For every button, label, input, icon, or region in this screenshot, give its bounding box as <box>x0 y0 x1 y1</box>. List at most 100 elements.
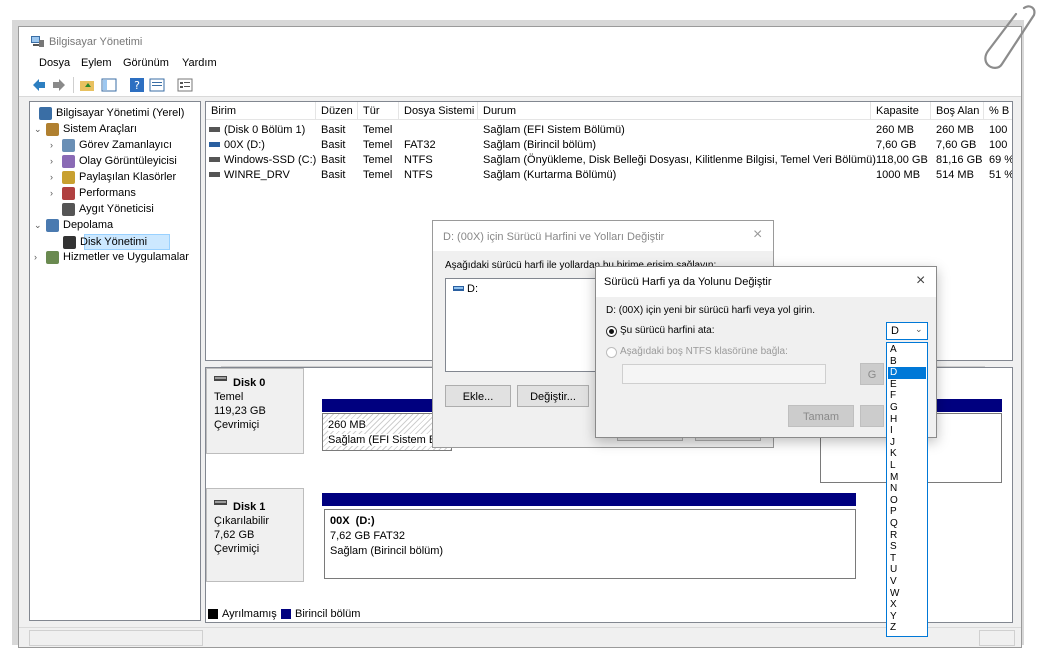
drive-letter-option[interactable]: B <box>888 356 926 368</box>
change-button[interactable]: Değiştir... <box>517 385 589 407</box>
dialog-title-bar[interactable]: Sürücü Harfi ya da Yolunu Değiştir × <box>596 267 936 297</box>
status-cell <box>979 630 1015 646</box>
drive-letter-option[interactable]: E <box>888 379 926 391</box>
column-header-layout[interactable]: Düzen <box>316 102 358 120</box>
help-icon[interactable]: ? <box>129 77 145 93</box>
drive-letter-option[interactable]: N <box>888 483 926 495</box>
tree-item[interactable]: Bilgisayar Yönetimi (Yerel) <box>30 106 200 122</box>
computer-management-icon <box>31 36 44 47</box>
volume-cell: Basit <box>321 139 346 151</box>
chevron-right-icon[interactable]: › <box>34 252 37 262</box>
drive-letter-option[interactable]: L <box>888 460 926 472</box>
volume-icon <box>209 157 220 162</box>
volume-cell: WINRE_DRV <box>224 169 290 181</box>
browse-button[interactable]: G <box>860 363 884 385</box>
drive-letter-option[interactable]: P <box>888 506 926 518</box>
drive-letter-option[interactable]: M <box>888 472 926 484</box>
drive-letter-option[interactable]: W <box>888 588 926 600</box>
column-header-type[interactable]: Tür <box>358 102 399 120</box>
drive-letter-option[interactable]: H <box>888 414 926 426</box>
add-button[interactable]: Ekle... <box>445 385 511 407</box>
column-header-volume[interactable]: Birim <box>206 102 316 120</box>
menu-action[interactable]: Eylem <box>81 57 112 69</box>
drive-letter-option[interactable]: R <box>888 530 926 542</box>
show-hide-console-tree-icon[interactable] <box>101 77 117 93</box>
drive-letter-option[interactable]: K <box>888 448 926 460</box>
drive-letter-option[interactable]: X <box>888 599 926 611</box>
chevron-right-icon[interactable]: › <box>50 140 53 150</box>
chevron-right-icon[interactable]: › <box>50 188 53 198</box>
column-header-capacity[interactable]: Kapasite <box>871 102 931 120</box>
assign-letter-radio[interactable] <box>606 326 617 337</box>
performance-icon <box>62 187 75 200</box>
column-header-file-system[interactable]: Dosya Sistemi <box>399 102 478 120</box>
menu-file[interactable]: Dosya <box>39 57 70 69</box>
cancel-button[interactable] <box>860 405 884 427</box>
up-folder-icon[interactable] <box>79 77 95 93</box>
drive-letter-option[interactable]: Q <box>888 518 926 530</box>
drive-letter-combobox[interactable]: D ⌄ <box>886 322 928 340</box>
tree-item[interactable]: Disk Yönetimi <box>63 234 170 250</box>
path-entry[interactable]: D: <box>467 283 478 295</box>
tree-item[interactable]: ⌄ Depolama <box>30 218 200 234</box>
disk-0-label[interactable]: Disk 0 Temel 119,23 GB Çevrimiçi <box>206 368 304 454</box>
volume-row[interactable]: WINRE_DRV Basit Temel NTFS Sağlam (Kurtarma … <box>206 168 1013 183</box>
ok-button[interactable]: Tamam <box>788 405 854 427</box>
tools-icon <box>46 123 59 136</box>
assign-letter-label: Şu sürücü harfini ata: <box>620 325 715 336</box>
primary-partition-swatch <box>281 609 291 619</box>
volume-row[interactable]: Windows-SSD (C:) Basit Temel NTFS Sağlam (Ön… <box>206 153 1012 168</box>
drive-letter-option[interactable]: I <box>888 425 926 437</box>
drive-letter-option[interactable]: F <box>888 390 926 402</box>
drive-letter-option[interactable]: U <box>888 564 926 576</box>
tree-item[interactable]: Aygıt Yöneticisi <box>30 202 200 218</box>
volume-cell: Temel <box>363 124 393 136</box>
close-icon[interactable]: × <box>753 226 762 244</box>
column-header-free-space[interactable]: Boş Alan <box>931 102 984 120</box>
drive-letter-option[interactable]: T <box>888 553 926 565</box>
drive-letter-option[interactable]: V <box>888 576 926 588</box>
column-header-percent-free[interactable]: % B <box>984 102 1012 120</box>
disk-1-partition-bar <box>322 493 856 506</box>
tree-item[interactable]: › Görev Zamanlayıcı <box>30 138 200 154</box>
chevron-down-icon[interactable]: ⌄ <box>34 220 42 231</box>
disk-0-size: 119,23 GB <box>214 405 266 417</box>
tree-item[interactable]: › Olay Görüntüleyicisi <box>30 154 200 170</box>
menu-view[interactable]: Görünüm <box>123 57 169 69</box>
tree-item[interactable]: ⌄ Sistem Araçları <box>30 122 200 138</box>
volume-cell: 260 MB <box>876 124 914 136</box>
volume-cell: (Disk 0 Bölüm 1) <box>224 124 306 136</box>
volume-row[interactable]: 00X (D:) Basit Temel FAT32 Sağlam (Birincil … <box>206 138 1012 153</box>
list-view-icon[interactable] <box>177 77 193 93</box>
drive-letter-option[interactable]: D <box>888 367 926 379</box>
drive-letter-option[interactable]: A <box>888 344 926 356</box>
drive-letter-option[interactable]: J <box>888 437 926 449</box>
forward-icon[interactable] <box>51 77 67 93</box>
column-header-status[interactable]: Durum <box>478 102 871 120</box>
chevron-down-icon[interactable]: ⌄ <box>34 124 42 135</box>
back-icon[interactable] <box>31 77 47 93</box>
close-icon[interactable]: × <box>916 272 925 290</box>
mount-folder-radio[interactable] <box>606 347 617 358</box>
tree-item[interactable]: › Performans <box>30 186 200 202</box>
mount-folder-input[interactable] <box>622 364 826 384</box>
disk-1-label[interactable]: Disk 1 Çıkarılabilir 7,62 GB Çevrimiçi <box>206 488 304 582</box>
dialog-title-bar[interactable]: D: (00X) için Sürücü Harfini ve Yolları … <box>433 221 773 251</box>
disk-1-primary-partition[interactable]: 00X (D:) 7,62 GB FAT32 Sağlam (Birincil … <box>324 509 856 579</box>
drive-letter-option[interactable]: G <box>888 402 926 414</box>
chevron-right-icon[interactable]: › <box>50 156 53 166</box>
volume-row[interactable]: (Disk 0 Bölüm 1) Basit Temel Sağlam (EFI Si… <box>206 123 1012 138</box>
volume-cell: 51 % <box>989 169 1013 181</box>
tree-item[interactable]: › Hizmetler ve Uygulamalar <box>30 250 200 266</box>
drive-letter-option[interactable]: Y <box>888 611 926 623</box>
tree-item[interactable]: › Paylaşılan Klasörler <box>30 170 200 186</box>
title-bar[interactable]: Bilgisayar Yönetimi <box>19 27 1021 53</box>
drive-letter-option[interactable]: O <box>888 495 926 507</box>
drive-letter-option[interactable]: Z <box>888 622 926 634</box>
properties-icon[interactable] <box>149 77 165 93</box>
clock-icon <box>62 139 75 152</box>
drive-letter-option[interactable]: S <box>888 541 926 553</box>
legend-unallocated: Ayrılmamış <box>222 608 277 620</box>
chevron-right-icon[interactable]: › <box>50 172 53 182</box>
menu-help[interactable]: Yardım <box>182 57 217 69</box>
